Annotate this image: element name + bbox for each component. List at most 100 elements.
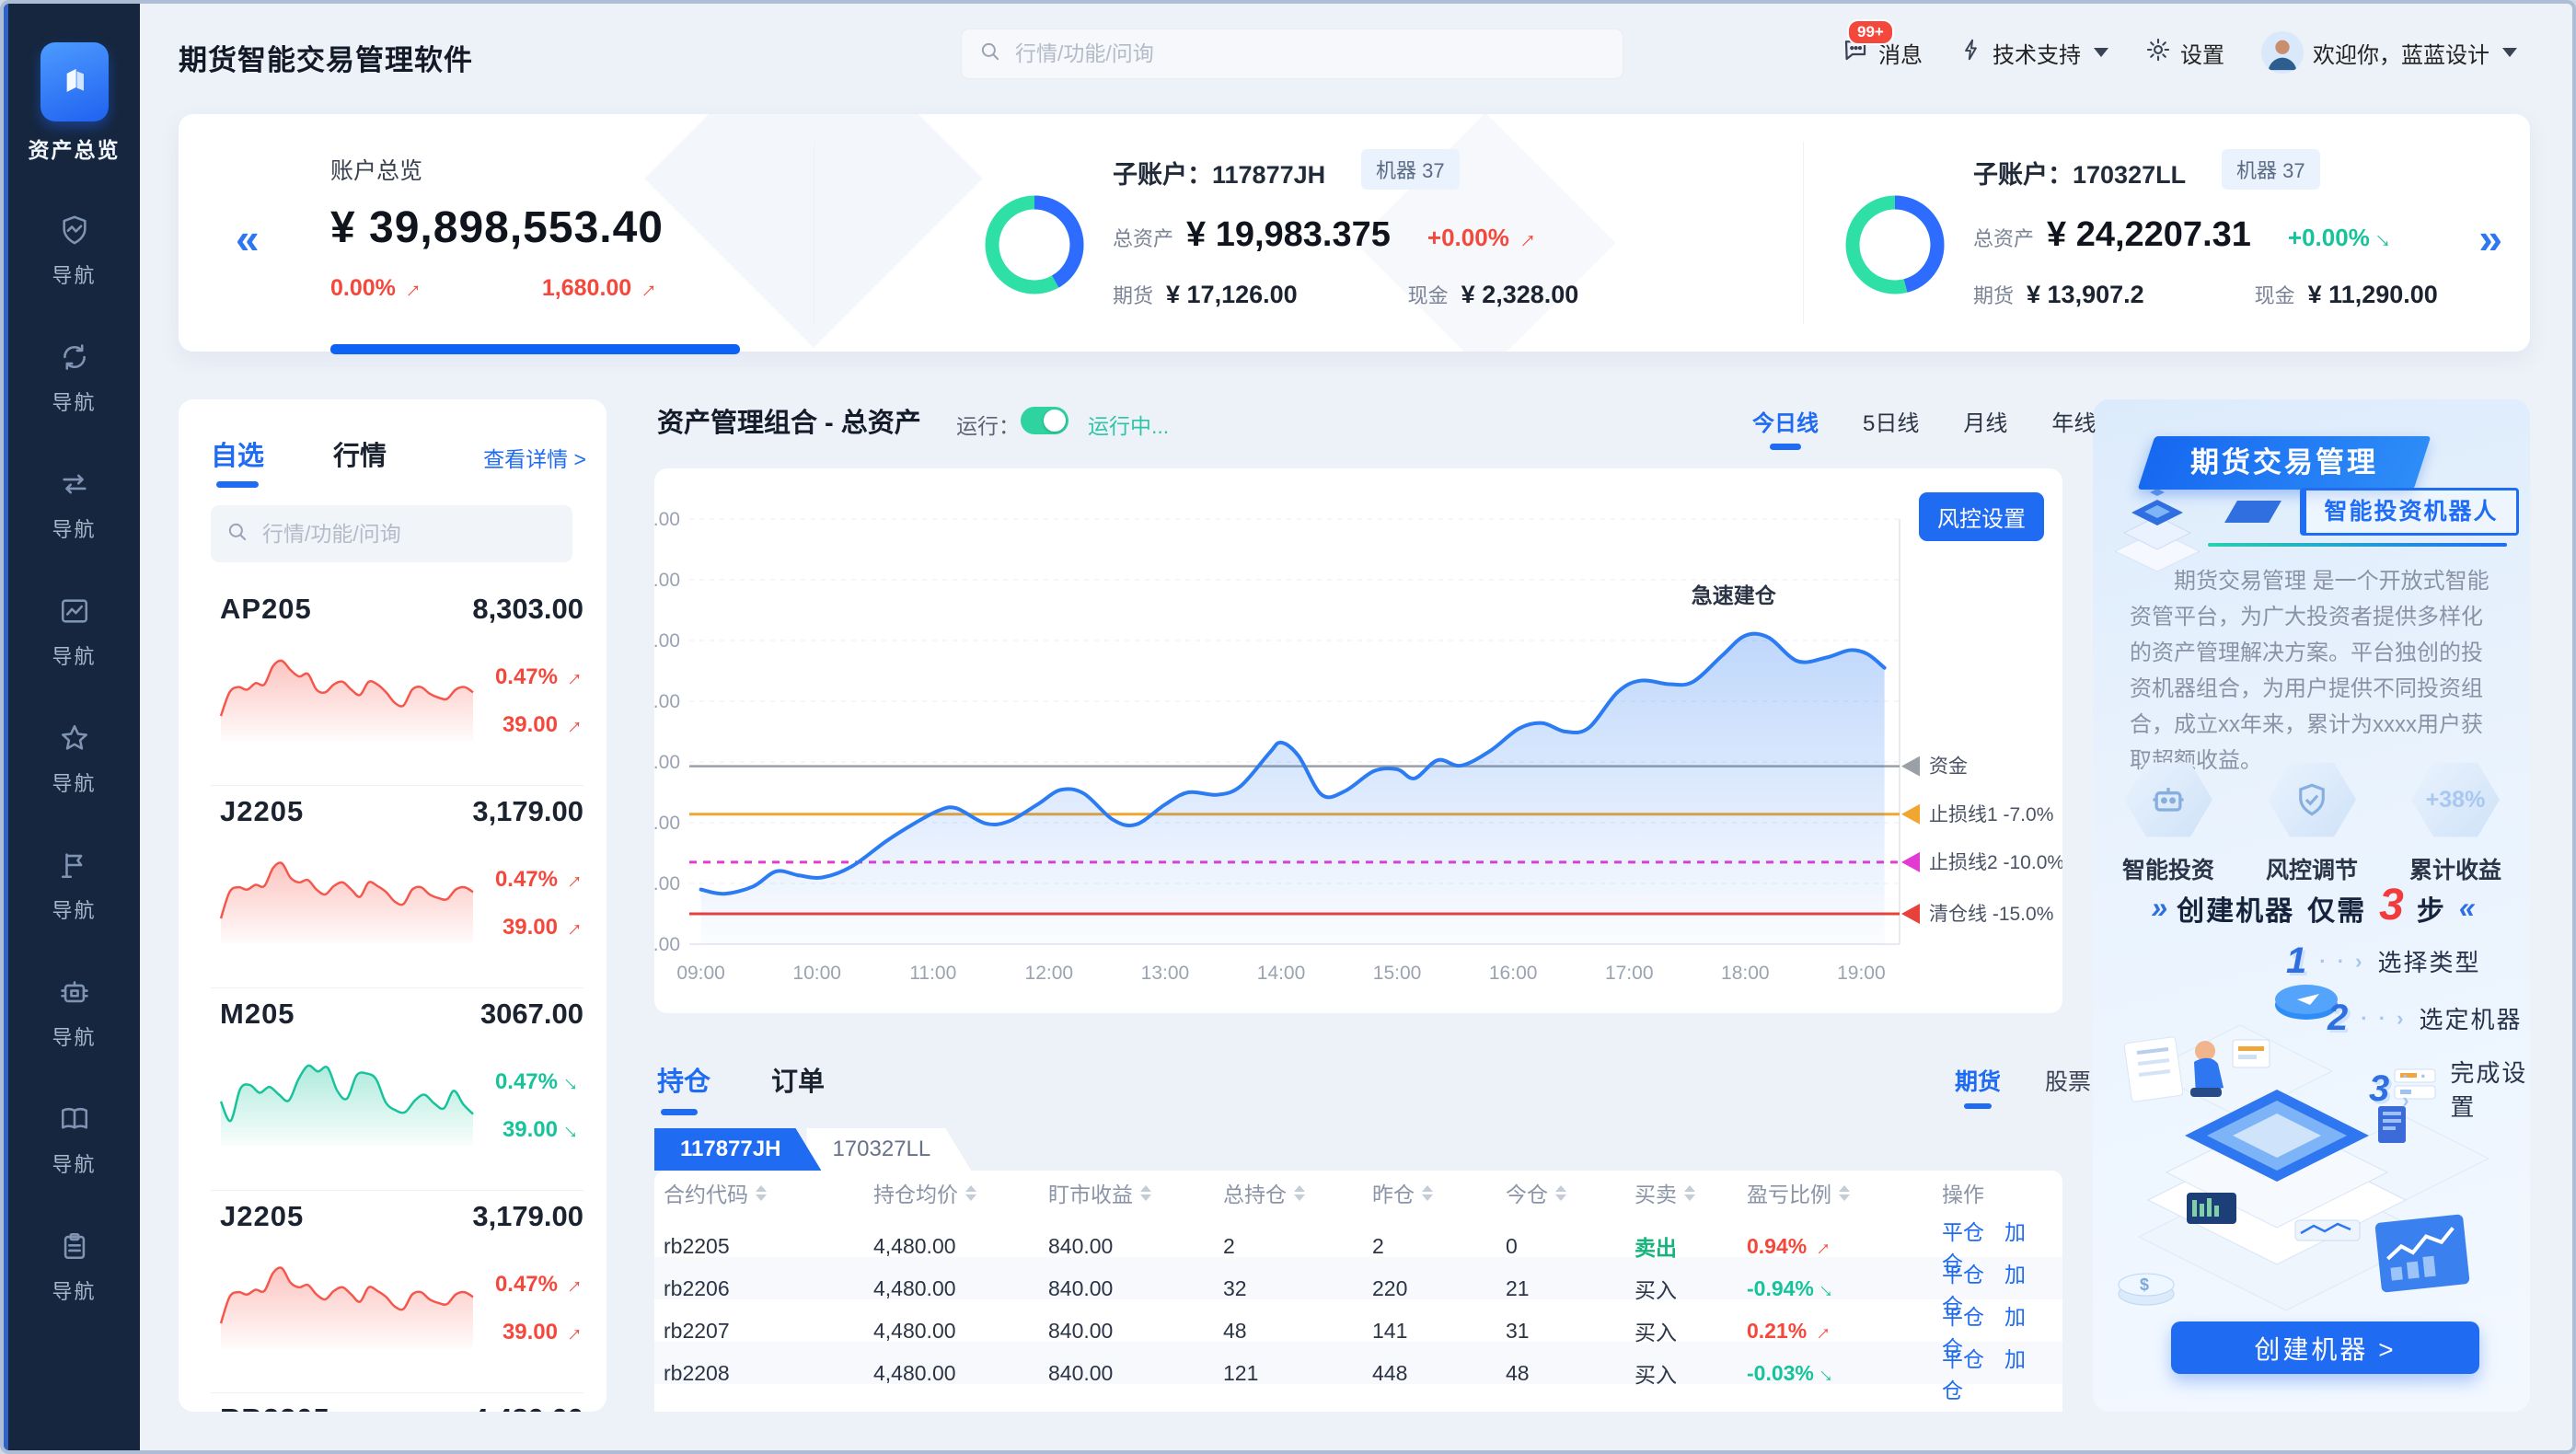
carousel-indicator[interactable] bbox=[330, 344, 740, 354]
tab-5day-line[interactable]: 5日线 bbox=[1863, 405, 1919, 437]
carousel-prev-button[interactable] bbox=[236, 217, 260, 260]
support-menu[interactable]: 技术支持 bbox=[1959, 37, 2108, 69]
messages-button[interactable]: 99+ 消息 bbox=[1842, 36, 1923, 70]
sub-total-value: ¥ 24,2207.31 bbox=[2047, 215, 2251, 255]
tab-year-line[interactable]: 年线 bbox=[2051, 405, 2096, 437]
sidebar-item-label: 导航 bbox=[52, 640, 96, 670]
close-position-link[interactable]: 平仓 bbox=[1942, 1220, 1984, 1244]
column-header[interactable]: 持仓均价 bbox=[864, 1177, 1039, 1208]
tab-quotes[interactable]: 行情 bbox=[333, 434, 387, 473]
run-label: 运行： bbox=[956, 409, 1020, 440]
cell-side: 买入 bbox=[1625, 1273, 1738, 1304]
table-row[interactable]: rb2205 4,480.00 840.00 2 2 0 卖出 0.94% 平仓… bbox=[654, 1215, 2062, 1257]
sub-account-card-1[interactable]: 子账户：117877JH 机器 37 总资产 ¥ 19,983.375 +0.0… bbox=[929, 114, 1757, 352]
account-tab-170327LL[interactable]: 170327LL bbox=[806, 1128, 971, 1171]
change-value: 1,680.00 bbox=[542, 275, 658, 302]
chevron-down-icon bbox=[2094, 48, 2108, 57]
column-header[interactable]: 合约代码 bbox=[654, 1177, 864, 1208]
tab-selfselect[interactable]: 自选 bbox=[211, 434, 264, 473]
run-status: 运行中... bbox=[1088, 409, 1169, 440]
svg-text:14:00: 14:00 bbox=[1257, 963, 1306, 984]
sidebar-item-3[interactable]: 导航 bbox=[8, 442, 140, 569]
support-label: 技术支持 bbox=[1993, 37, 2081, 69]
table-row[interactable]: rb2208 4,480.00 840.00 121 448 48 买入 -0.… bbox=[654, 1342, 2062, 1384]
global-search-input[interactable] bbox=[1013, 40, 1606, 67]
sidebar: 资产总览 导航 导航 导航 导航 导航 bbox=[4, 4, 140, 1450]
sub-account-id: 子账户：117877JH bbox=[1113, 155, 1325, 190]
promo-subtitle-box: 智能投资机器人 bbox=[2300, 488, 2519, 536]
column-header[interactable]: 今仓 bbox=[1496, 1177, 1625, 1208]
tab-today-line[interactable]: 今日线 bbox=[1752, 405, 1819, 437]
up-arrow-icon bbox=[1805, 1229, 1837, 1262]
table-row[interactable]: rb2206 4,480.00 840.00 32 220 21 买入 -0.9… bbox=[654, 1257, 2062, 1299]
account-tab-117877JH[interactable]: 117877JH bbox=[654, 1128, 821, 1171]
up-arrow-icon bbox=[556, 1268, 590, 1302]
sidebar-item-7[interactable]: 导航 bbox=[8, 950, 140, 1077]
close-position-link[interactable]: 平仓 bbox=[1942, 1263, 1984, 1287]
sidebar-item-2[interactable]: 导航 bbox=[8, 315, 140, 442]
user-menu[interactable]: 欢迎你，蓝蓝设计 bbox=[2261, 31, 2517, 74]
tab-orders[interactable]: 订单 bbox=[771, 1060, 825, 1099]
column-header[interactable]: 总持仓 bbox=[1214, 1177, 1363, 1208]
view-details-link[interactable]: 查看详情 > bbox=[483, 442, 586, 473]
sidebar-item-label: 导航 bbox=[52, 1148, 96, 1178]
steps-title: » 创建机器 仅需 3 步 « bbox=[2093, 885, 2530, 930]
contract-code: AP205 bbox=[220, 593, 312, 626]
tab-futures[interactable]: 期货 bbox=[1955, 1064, 2001, 1097]
column-header[interactable]: 盈亏比例 bbox=[1738, 1177, 1933, 1208]
list-item[interactable]: J2205 3,179.00 0.47% 39.00 bbox=[211, 786, 583, 988]
sidebar-item-4[interactable]: 导航 bbox=[8, 569, 140, 696]
feature-label: 智能投资 bbox=[2119, 852, 2218, 885]
cash-value: ¥ 11,290.00 bbox=[2308, 281, 2438, 309]
list-item[interactable]: M205 3067.00 0.47% 39.00 bbox=[211, 988, 583, 1191]
watchlist-search[interactable] bbox=[211, 505, 572, 562]
shield-icon bbox=[2293, 780, 2331, 819]
tab-stocks[interactable]: 股票 bbox=[2045, 1064, 2091, 1097]
cell-side: 买入 bbox=[1625, 1315, 1738, 1346]
close-position-link[interactable]: 平仓 bbox=[1942, 1347, 1984, 1371]
cell-code: rb2206 bbox=[654, 1276, 864, 1301]
contract-change-pct: 0.47% bbox=[495, 664, 583, 690]
flag-icon bbox=[59, 849, 90, 885]
tab-holdings[interactable]: 持仓 bbox=[657, 1060, 710, 1099]
create-robot-button[interactable]: 创建机器 > bbox=[2171, 1321, 2479, 1374]
sub-account-card-2[interactable]: 子账户：170327LL 机器 37 总资产 ¥ 24,2207.31 +0.0… bbox=[1789, 114, 2530, 352]
table-row[interactable]: rb2207 4,480.00 840.00 48 141 31 买入 0.21… bbox=[654, 1299, 2062, 1342]
run-toggle[interactable] bbox=[1021, 407, 1069, 434]
sidebar-item-5[interactable]: 导航 bbox=[8, 696, 140, 823]
svg-text:17:00: 17:00 bbox=[1605, 963, 1654, 984]
cell-side: 买入 bbox=[1625, 1357, 1738, 1389]
sidebar-item-assets-overview[interactable]: 资产总览 bbox=[29, 42, 121, 164]
column-header[interactable]: 盯市收益 bbox=[1039, 1177, 1214, 1208]
cell-yesterday: 141 bbox=[1363, 1319, 1496, 1344]
list-item[interactable]: RB2205 4,480.00 bbox=[211, 1393, 583, 1412]
risk-settings-button[interactable]: 风控设置 bbox=[1919, 492, 2044, 541]
cell-avg-price: 4,480.00 bbox=[864, 1276, 1039, 1301]
column-header[interactable]: 买卖 bbox=[1625, 1177, 1738, 1208]
sidebar-item-6[interactable]: 导航 bbox=[8, 823, 140, 950]
contract-price: 3,179.00 bbox=[472, 795, 583, 828]
column-header[interactable]: 昨仓 bbox=[1363, 1177, 1496, 1208]
sparkline-chart bbox=[218, 852, 476, 944]
list-item[interactable]: J2205 3,179.00 0.47% 39.00 bbox=[211, 1191, 583, 1393]
sort-icon bbox=[1555, 1185, 1566, 1201]
sort-icon bbox=[965, 1185, 976, 1201]
settings-button[interactable]: 设置 bbox=[2145, 37, 2224, 69]
up-arrow-icon bbox=[393, 271, 428, 306]
tab-month-line[interactable]: 月线 bbox=[1963, 405, 2007, 437]
sort-icon bbox=[1422, 1185, 1433, 1201]
toggle-knob bbox=[1044, 410, 1066, 432]
feature-cumulative-return: +38% 累计收益 bbox=[2406, 760, 2505, 885]
cell-yesterday: 220 bbox=[1363, 1276, 1496, 1301]
sidebar-item-8[interactable]: 导航 bbox=[8, 1077, 140, 1204]
sidebar-item-9[interactable]: 导航 bbox=[8, 1204, 140, 1331]
watchlist-search-input[interactable] bbox=[260, 521, 558, 548]
machine-count-badge: 机器 37 bbox=[2222, 149, 2320, 190]
close-position-link[interactable]: 平仓 bbox=[1942, 1305, 1984, 1329]
contract-change-val: 39.00 bbox=[502, 1320, 583, 1345]
total-assets-label: 总资产 bbox=[1973, 223, 2034, 252]
sidebar-item-1[interactable]: 导航 bbox=[8, 188, 140, 315]
step-count: 3 bbox=[2379, 880, 2404, 930]
global-search[interactable] bbox=[961, 29, 1623, 79]
list-item[interactable]: AP205 8,303.00 0.47% 39.00 bbox=[211, 583, 583, 786]
